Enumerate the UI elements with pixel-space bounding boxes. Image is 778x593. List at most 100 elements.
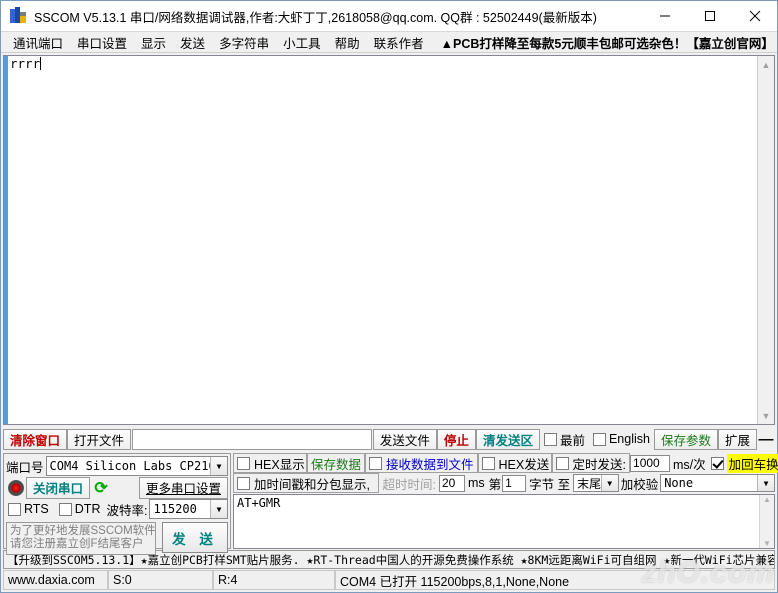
topmost-checkbox-box[interactable] [543,432,557,446]
rts-checkbox-box[interactable] [8,502,21,516]
timed-send-checkbox-box[interactable] [555,456,569,470]
register-note-line1: 为了更好地发展SSCOM软件 [10,525,156,537]
status-website[interactable]: www.daxia.com [3,570,108,590]
status-connection: COM4 已打开 115200bps,8,1,None,None [335,570,775,590]
baud-select[interactable]: 115200 ▼ [149,499,228,519]
serial-settings-panel: 端口号 COM4 Silicon Labs CP210x U ▼ 关闭串口 ⟳ … [3,453,231,555]
dtr-checkbox[interactable]: DTR [55,502,105,516]
timed-send-interval-input[interactable] [630,454,671,472]
menu-ad-link[interactable]: ▲PCB打样降至每款5元顺丰包邮可选杂色！【嘉立创官网】 [437,32,778,53]
scroll-down-icon[interactable]: ▼ [758,407,775,424]
recv-to-file-label: 接收数据到文件 [386,457,474,472]
window-controls [642,1,777,32]
baud-label: 波特率: [106,503,148,518]
more-serial-settings-button[interactable]: 更多串口设置 [138,476,228,499]
checksum-select[interactable]: None ▼ [660,474,775,492]
english-checkbox-box[interactable] [592,432,606,446]
menu-item-display[interactable]: 显示 [134,32,173,53]
rts-label: RTS [24,502,49,516]
menu-item-multi-string[interactable]: 多字符串 [212,32,276,53]
send-file-button[interactable]: 发送文件 [372,428,437,450]
maximize-icon[interactable] [687,1,732,32]
close-icon[interactable] [732,1,777,32]
minimize-icon[interactable] [642,1,687,32]
menu-item-comm-port[interactable]: 通讯端口 [6,32,70,53]
recv-to-file-checkbox-box[interactable] [369,456,383,470]
hex-display-checkbox[interactable]: HEX显示 [233,453,307,473]
baud-select-value: 115200 [153,502,197,516]
register-note-line2: 请您注册嘉立创F结尾客户 [10,538,144,550]
timed-send-unit-label: ms/次 [673,457,706,472]
app-window: SSCOM V5.13.1 串口/网络数据调试器,作者:大虾丁丁,2618058… [0,0,778,593]
option-row-1: HEX显示 保存数据 接收数据到文件 HEX发送 定时发送: 1000 ms/次… [233,453,778,473]
timed-send-checkbox[interactable]: 定时发送: [551,453,631,473]
status-received-count: R:4 [213,570,335,590]
title-bar: SSCOM V5.13.1 串口/网络数据调试器,作者:大虾丁丁,2618058… [1,1,777,32]
chevron-down-icon-byte[interactable]: ▼ [600,475,618,491]
byte-to-select-value: 末尾 [577,476,602,491]
receive-text-content[interactable]: rrrr [8,56,757,424]
byte-from-input[interactable] [502,474,527,492]
bottom-panel: 端口号 COM4 Silicon Labs CP210x U ▼ 关闭串口 ⟳ … [3,453,778,555]
recv-to-file-checkbox[interactable]: 接收数据到文件 [365,453,478,473]
timed-send-label: 定时发送: [572,457,627,472]
send-button[interactable]: 发 送 [162,522,228,553]
send-text-content[interactable]: AT+GMR [234,495,759,548]
clear-send-button[interactable]: 清发送区 [475,428,540,450]
topmost-label: 最前 [559,433,585,448]
timeout-input[interactable] [438,474,465,492]
timestamp-checkbox-box[interactable] [237,476,250,490]
crlf-checkbox-box[interactable] [710,456,724,470]
clear-window-button[interactable]: 清除窗口 [3,428,68,450]
scroll-up-icon[interactable]: ▲ [758,56,775,73]
window-title: SSCOM V5.13.1 串口/网络数据调试器,作者:大虾丁丁,2618058… [34,10,597,25]
port-select[interactable]: COM4 Silicon Labs CP210x U ▼ [45,456,228,476]
save-params-button[interactable]: 保存参数 [653,428,718,450]
send-scrollbar[interactable]: ▲ ▼ [759,495,774,548]
save-data-button[interactable]: 保存数据 [307,453,366,473]
hex-display-checkbox-box[interactable] [237,456,250,470]
crlf-label: 加回车换行 [726,453,778,473]
receive-scrollbar[interactable]: ▲ ▼ [757,56,774,424]
dtr-checkbox-box[interactable] [58,502,72,516]
dtr-label: DTR [74,502,101,516]
hex-send-checkbox-box[interactable] [481,456,495,470]
menu-item-send[interactable]: 发送 [173,32,212,53]
english-checkbox[interactable]: English [589,432,654,446]
chevron-down-icon-checksum[interactable]: ▼ [757,475,774,491]
open-file-button[interactable]: 打开文件 [67,428,132,450]
register-note-row: 为了更好地发展SSCOM软件 请您注册嘉立创F结尾客户 发 送 [6,522,228,555]
timestamp-checkbox[interactable]: 加时间戳和分包显示, [233,473,380,493]
flowcontrol-row: RTS DTR 波特率: 115200 ▼ [6,499,228,519]
file-path-input[interactable] [132,428,372,450]
rts-checkbox[interactable]: RTS [6,502,53,516]
byte-range-label: 字节 至 [529,477,571,492]
send-scroll-up-icon[interactable]: ▲ [763,495,771,504]
chevron-down-icon-baud[interactable]: ▼ [210,500,227,518]
timeout-label: 超时时间: [382,477,436,492]
port-label: 端口号 [6,460,44,475]
menu-item-serial-settings[interactable]: 串口设置 [70,32,134,53]
topmost-checkbox[interactable]: 最前 [540,430,589,449]
port-status-led-icon [8,479,24,496]
refresh-ports-icon[interactable]: ⟳ [92,479,110,497]
hex-send-checkbox[interactable]: HEX发送 [477,453,552,473]
port-control-row: 关闭串口 ⟳ 更多串口设置 [6,476,228,499]
stop-button[interactable]: 停止 [436,428,476,450]
menu-item-tools[interactable]: 小工具 [276,32,328,53]
collapse-button[interactable]: — [757,429,775,450]
receive-area[interactable]: rrrr ▲ ▼ [3,55,775,425]
timeout-unit-label: ms [467,476,485,490]
menu-item-help[interactable]: 帮助 [328,32,367,53]
extend-button[interactable]: 扩展 [717,428,757,450]
send-text-area[interactable]: AT+GMR ▲ ▼ [233,494,775,549]
close-port-button[interactable]: 关闭串口 [26,476,91,499]
port-select-value: COM4 Silicon Labs CP210x U [49,459,227,473]
crlf-checkbox[interactable]: 加回车换行 [709,453,778,473]
english-label: English [608,432,650,446]
byte-to-select[interactable]: 末尾 ▼ [573,474,619,492]
send-scroll-down-icon[interactable]: ▼ [763,539,771,548]
checksum-select-value: None [664,476,694,490]
chevron-down-icon[interactable]: ▼ [210,457,227,475]
menu-item-contact-author[interactable]: 联系作者 [367,32,431,53]
